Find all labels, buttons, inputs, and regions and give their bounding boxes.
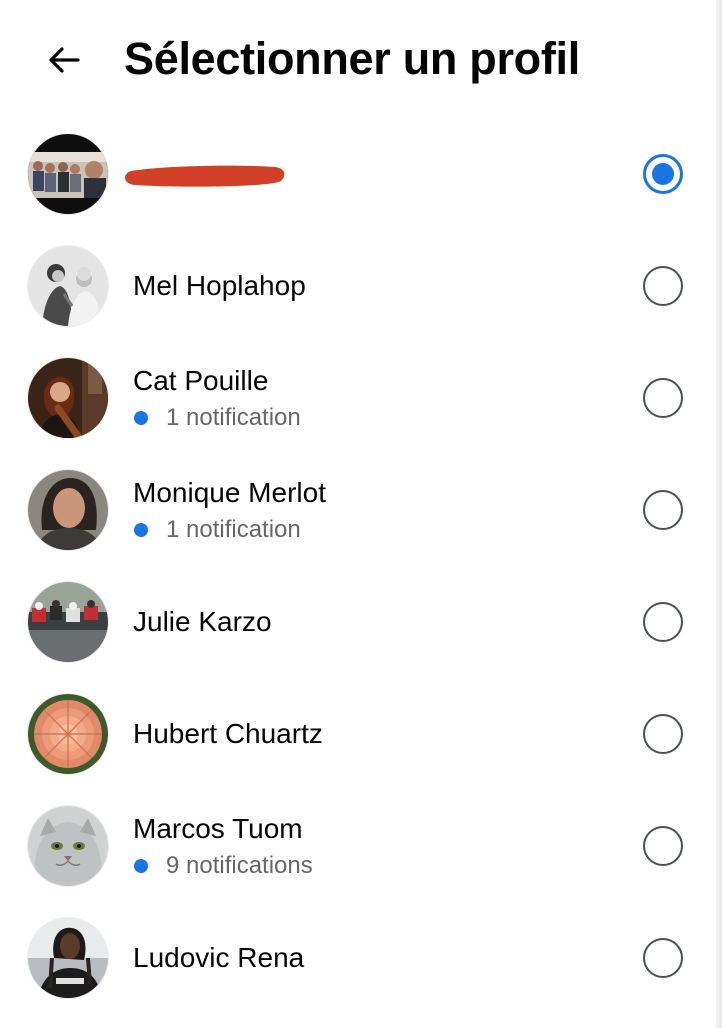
profile-radio[interactable]: [643, 490, 683, 530]
profile-row[interactable]: Monique Merlot 1 notification: [0, 454, 716, 566]
profile-text: Hubert Chuartz: [133, 678, 323, 790]
profile-row[interactable]: [0, 118, 716, 230]
notification-count: 9 notifications: [166, 852, 313, 879]
profile-row[interactable]: Mel Hoplahop: [0, 230, 716, 342]
notification-count: 1 notification: [166, 516, 301, 543]
profile-radio[interactable]: [643, 378, 683, 418]
profile-name: Julie Karzo: [133, 606, 272, 637]
avatar: [28, 806, 108, 886]
profile-text: Cat Pouille 1 notification: [133, 342, 301, 454]
avatar: [28, 918, 108, 998]
profile-radio[interactable]: [643, 602, 683, 642]
profile-name: Cat Pouille: [133, 365, 269, 396]
avatar: [28, 358, 108, 438]
redacted-name: [125, 165, 285, 187]
avatar: [28, 246, 108, 326]
profile-row[interactable]: Julie Karzo: [0, 566, 716, 678]
arrow-left-icon: [49, 47, 80, 73]
avatar: [28, 134, 108, 214]
notification-dot-icon: [134, 859, 148, 873]
profile-text: Monique Merlot 1 notification: [133, 454, 326, 566]
profile-row[interactable]: Marcos Tuom 9 notifications: [0, 790, 716, 902]
profile-list: Mel Hoplahop Cat Pouille 1 notification: [0, 118, 716, 1014]
page-title: Sélectionner un profil: [124, 33, 580, 84]
screen-edge-shadow: [716, 0, 722, 1028]
avatar: [28, 582, 108, 662]
profile-name: Hubert Chuartz: [133, 718, 323, 749]
profile-name: Marcos Tuom: [133, 813, 303, 844]
notification-dot-icon: [134, 411, 148, 425]
profile-text: Marcos Tuom 9 notifications: [133, 790, 313, 902]
notification-line: 1 notification: [133, 403, 301, 433]
profile-text: Ludovic Rena: [133, 902, 304, 1014]
profile-name: Monique Merlot: [133, 477, 326, 508]
profile-radio[interactable]: [643, 714, 683, 754]
profile-row[interactable]: Ludovic Rena: [0, 902, 716, 1014]
profile-text: Mel Hoplahop: [133, 230, 306, 342]
profile-row[interactable]: Cat Pouille 1 notification: [0, 342, 716, 454]
profile-radio[interactable]: [643, 154, 683, 194]
notification-dot-icon: [134, 523, 148, 537]
profile-radio[interactable]: [643, 826, 683, 866]
profile-name: Ludovic Rena: [133, 942, 305, 973]
back-button[interactable]: [40, 36, 88, 84]
profile-row[interactable]: Hubert Chuartz: [0, 678, 716, 790]
profile-radio[interactable]: [643, 938, 683, 978]
notification-line: 1 notification: [133, 515, 326, 545]
avatar: [28, 694, 108, 774]
profile-text: Julie Karzo: [133, 566, 272, 678]
profile-name: Mel Hoplahop: [133, 270, 306, 301]
avatar: [28, 470, 108, 550]
notification-count: 1 notification: [166, 404, 301, 431]
profile-radio[interactable]: [643, 266, 683, 306]
header: Sélectionner un profil: [0, 0, 716, 118]
notification-line: 9 notifications: [133, 851, 313, 881]
